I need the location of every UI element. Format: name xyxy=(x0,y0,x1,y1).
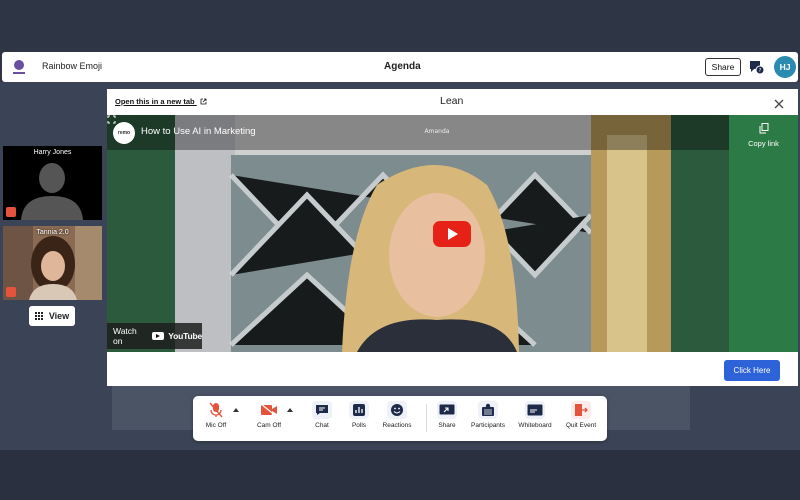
watch-on-label: Watch on xyxy=(113,326,137,346)
modal-title: Lean xyxy=(440,95,464,107)
youtube-icon xyxy=(152,332,165,340)
participant-tile[interactable]: Harry Jones xyxy=(3,146,102,220)
external-link-icon xyxy=(200,98,207,105)
cam-options-chevron-icon[interactable] xyxy=(287,408,293,412)
copy-link-panel[interactable]: Copy link xyxy=(729,115,798,352)
view-button[interactable]: View xyxy=(29,306,75,326)
participant-tile[interactable]: Tannia 2.0 xyxy=(3,226,102,300)
share-screen-icon xyxy=(437,401,457,419)
event-toolbar: Mic Off Cam Off Chat Polls Reactions Sha… xyxy=(193,396,607,441)
play-button[interactable] xyxy=(433,221,471,247)
reactions-label: Reactions xyxy=(382,422,412,429)
polls-label: Polls xyxy=(351,422,367,429)
mic-toggle-button[interactable]: Mic Off xyxy=(196,401,236,437)
whiteboard-label: Whiteboard xyxy=(518,422,552,429)
click-here-button[interactable]: Click Here xyxy=(724,360,780,381)
open-new-tab-link[interactable]: Open this in a new tab xyxy=(115,97,207,106)
event-logo-icon xyxy=(13,60,25,74)
video-title[interactable]: How to Use AI in Marketing xyxy=(141,126,256,137)
polls-icon xyxy=(349,401,369,419)
participant-name: Harry Jones xyxy=(33,149,72,156)
grid-icon xyxy=(34,311,44,321)
video-player[interactable]: Amanda remo How to Use AI in Marketing W… xyxy=(107,115,729,352)
whiteboard-button[interactable]: Whiteboard xyxy=(515,401,555,437)
reactions-icon xyxy=(387,401,407,419)
copy-link-label: Copy link xyxy=(748,139,779,148)
svg-text:?: ? xyxy=(759,68,762,74)
cam-off-icon xyxy=(259,401,279,419)
mic-muted-icon xyxy=(6,207,16,217)
copy-icon xyxy=(759,123,769,134)
participant-name: Tannia 2.0 xyxy=(36,229,69,236)
polls-button[interactable]: Polls xyxy=(339,401,379,437)
top-bar: Rainbow Emoji Agenda Share ? HJ xyxy=(2,52,798,82)
participants-label: Participants xyxy=(471,422,505,429)
quit-event-label: Quit Event xyxy=(565,422,597,429)
user-avatar[interactable]: HJ xyxy=(774,56,796,78)
chat-button[interactable]: Chat xyxy=(302,401,342,437)
camera-toggle-button[interactable]: Cam Off xyxy=(249,401,289,437)
video-frame: Amanda xyxy=(107,115,729,352)
video-watermark: Amanda xyxy=(425,128,450,135)
bottom-band xyxy=(0,450,800,500)
chat-icon xyxy=(312,401,332,419)
cam-label: Cam Off xyxy=(256,422,282,429)
share-label: Share xyxy=(438,422,456,429)
expand-icon[interactable] xyxy=(107,115,116,124)
participants-icon xyxy=(478,401,498,419)
help-chat-icon[interactable]: ? xyxy=(748,59,764,75)
mic-muted-icon xyxy=(6,287,16,297)
modal-header: Open this in a new tab Lean xyxy=(107,89,798,115)
view-button-label: View xyxy=(48,311,70,321)
chat-label: Chat xyxy=(315,422,329,429)
channel-badge: remo xyxy=(113,122,135,144)
event-name: Rainbow Emoji xyxy=(42,61,103,71)
mic-off-icon xyxy=(206,401,226,419)
avatar-silhouette-icon xyxy=(3,146,102,220)
mic-options-chevron-icon[interactable] xyxy=(233,408,239,412)
participant-video xyxy=(3,226,102,300)
watch-on-youtube-link[interactable]: Watch on YouTube xyxy=(107,323,202,349)
quit-event-icon xyxy=(571,401,591,419)
share-screen-button[interactable]: Share xyxy=(427,401,467,437)
agenda-link[interactable]: Agenda xyxy=(384,61,421,72)
share-button[interactable]: Share xyxy=(705,58,741,76)
open-new-tab-label: Open this in a new tab xyxy=(115,97,195,106)
content-modal: Open this in a new tab Lean Amanda remo … xyxy=(107,89,798,386)
close-icon[interactable] xyxy=(773,98,785,110)
participants-button[interactable]: Participants xyxy=(468,401,508,437)
whiteboard-icon xyxy=(525,401,545,419)
mic-label: Mic Off xyxy=(205,422,227,429)
reactions-button[interactable]: Reactions xyxy=(377,401,417,437)
youtube-label: YouTube xyxy=(168,331,202,341)
quit-event-button[interactable]: Quit Event xyxy=(561,401,601,437)
